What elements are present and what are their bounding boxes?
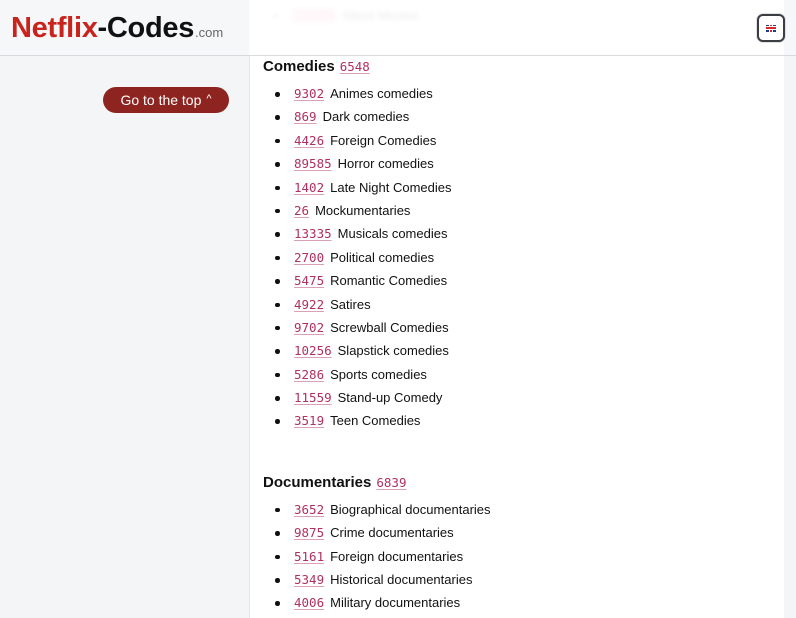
list-item: 5349 Historical documentaries — [263, 568, 773, 591]
genre-code-link[interactable]: 3519 — [294, 413, 324, 428]
genre-code-link[interactable]: 9702 — [294, 320, 324, 335]
genre-section: Documentaries 6839 3652 Biographical docume… — [263, 472, 773, 615]
blurred-list-item: • 12228 Silent Movies — [273, 8, 420, 23]
genre-label: Military documentaries — [330, 595, 461, 611]
section-code-link[interactable]: 6548 — [340, 59, 370, 74]
genre-code-link[interactable]: 3652 — [294, 502, 324, 517]
genre-code-link[interactable]: 2700 — [294, 250, 324, 265]
list-item: 9875 Crime documentaries — [263, 521, 773, 544]
genre-code-link[interactable]: 4426 — [294, 133, 324, 148]
list-item: 3652 Biographical documentaries — [263, 498, 773, 521]
site-logo[interactable]: Netflix-Codes.com — [11, 12, 223, 45]
genre-code-link[interactable]: 13335 — [294, 226, 332, 241]
blurred-item-label: Silent Movies — [341, 8, 420, 23]
genre-label: Political comedies — [330, 249, 435, 265]
genre-label: Slapstick comedies — [337, 343, 449, 359]
genre-code-link[interactable]: 5161 — [294, 549, 324, 564]
logo-part-netflix: Netflix — [11, 12, 98, 44]
genre-label: Sports comedies — [330, 366, 427, 382]
section-title-text: Documentaries — [263, 473, 372, 491]
header-logo-area: Netflix-Codes.com — [0, 0, 249, 55]
list-item: 5161 Foreign documentaries — [263, 545, 773, 568]
genre-code-link[interactable]: 9875 — [294, 525, 324, 540]
genre-label: Historical documentaries — [330, 572, 473, 588]
genre-code-link[interactable]: 869 — [294, 109, 317, 124]
genre-label: Biographical documentaries — [330, 501, 491, 517]
go-to-top-label: Go to the top — [120, 92, 202, 108]
list-item: 1402 Late Night Comedies — [263, 176, 773, 199]
genre-code-link[interactable]: 11559 — [294, 390, 332, 405]
genre-section: Comedies 6548 9302 Animes comedies 869 Dark c… — [263, 56, 773, 433]
logo-suffix: .com — [195, 25, 224, 40]
list-item: 3519 Teen Comedies — [263, 409, 773, 432]
genre-list-items: 9302 Animes comedies 869 Dark comedies 4426 F… — [263, 82, 773, 433]
section-title: Documentaries 6839 — [263, 472, 773, 494]
genre-label: Screwball Comedies — [330, 319, 449, 335]
genre-label: Satires — [330, 296, 371, 312]
genre-code-link[interactable]: 26 — [294, 203, 309, 218]
genre-list-items: 3652 Biographical documentaries 9875 Crime … — [263, 498, 773, 615]
genre-list: Comedies 6548 9302 Animes comedies 869 Dark c… — [263, 56, 773, 615]
list-item: 10256 Slapstick comedies — [263, 339, 773, 362]
list-item: 13335 Musicals comedies — [263, 222, 773, 245]
genre-label: Horror comedies — [337, 156, 434, 172]
go-to-top-button[interactable]: Go to the top ^ — [103, 87, 229, 113]
list-item: 9302 Animes comedies — [263, 82, 773, 105]
blurred-item-code: 12228 — [291, 8, 336, 23]
genre-code-link[interactable]: 5475 — [294, 273, 324, 288]
list-item: 4922 Satires — [263, 293, 773, 316]
genre-label: Crime documentaries — [330, 525, 454, 541]
list-item: 4426 Foreign Comedies — [263, 129, 773, 152]
list-item: 4006 Military documentaries — [263, 591, 773, 614]
genre-label: Teen Comedies — [330, 413, 421, 429]
section-code-link[interactable]: 6839 — [376, 475, 406, 490]
section-title: Comedies 6548 — [263, 56, 773, 78]
genre-label: Late Night Comedies — [330, 179, 452, 195]
genre-label: Animes comedies — [330, 86, 433, 101]
genre-code-link[interactable]: 4922 — [294, 297, 324, 312]
genre-code-link[interactable]: 10256 — [294, 343, 332, 358]
list-item: 26 Mockumentaries — [263, 199, 773, 222]
genre-label: Foreign documentaries — [330, 548, 464, 564]
genre-code-link[interactable]: 9302 — [294, 86, 324, 101]
list-item: 2700 Political comedies — [263, 246, 773, 269]
scrollbar-track[interactable] — [784, 0, 796, 618]
uk-flag-icon — [766, 24, 776, 32]
list-item: 11559 Stand-up Comedy — [263, 386, 773, 409]
list-item: 5475 Romantic Comedies — [263, 269, 773, 292]
logo-part-codes: -Codes — [97, 12, 195, 44]
genre-label: Mockumentaries — [315, 202, 411, 218]
genre-code-link[interactable]: 1402 — [294, 180, 324, 195]
genre-label: Foreign Comedies — [330, 132, 437, 148]
list-item: 89585 Horror comedies — [263, 152, 773, 175]
genre-code-link[interactable]: 5286 — [294, 367, 324, 382]
language-button[interactable] — [757, 14, 785, 42]
genre-label: Romantic Comedies — [330, 273, 448, 289]
chevron-up-icon: ^ — [206, 93, 212, 105]
list-item: 9702 Screwball Comedies — [263, 316, 773, 339]
genre-code-link[interactable]: 5349 — [294, 572, 324, 587]
genre-code-link[interactable]: 4006 — [294, 595, 324, 610]
list-item: 5286 Sports comedies — [263, 363, 773, 386]
genre-label: Dark comedies — [322, 109, 410, 125]
genre-label: Musicals comedies — [337, 226, 448, 242]
genre-label: Stand-up Comedy — [337, 390, 443, 406]
sidebar: Go to the top ^ — [0, 0, 249, 618]
section-title-text: Comedies — [263, 58, 335, 75]
list-item: 869 Dark comedies — [263, 105, 773, 128]
genre-code-link[interactable]: 89585 — [294, 156, 332, 171]
